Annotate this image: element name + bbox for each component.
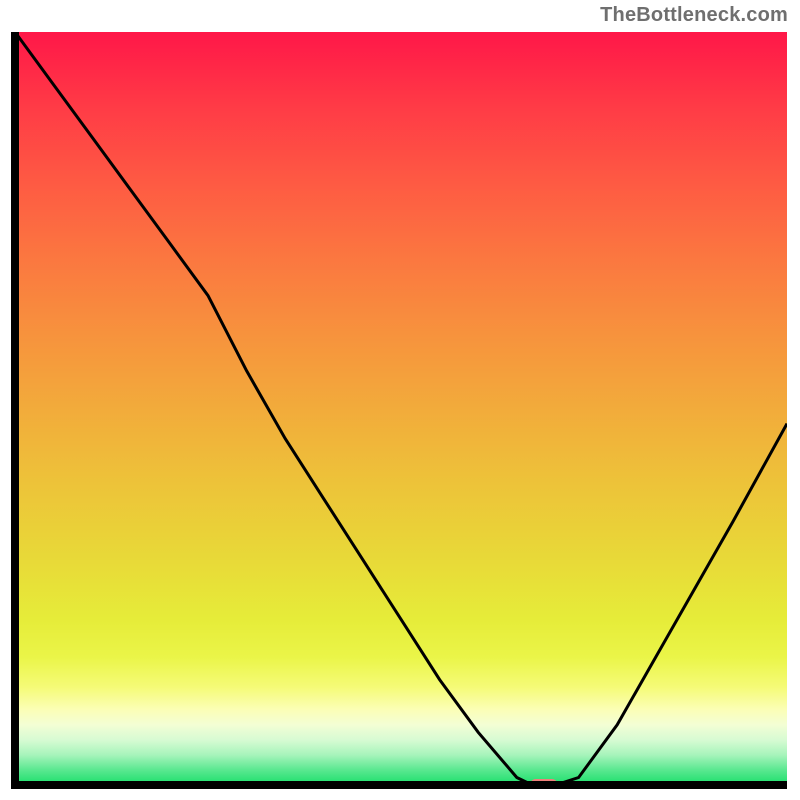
gradient-background: [15, 32, 787, 785]
chart-container: TheBottleneck.com: [0, 0, 800, 800]
bottleneck-plot: [0, 0, 800, 800]
watermark-text: TheBottleneck.com: [600, 4, 788, 27]
